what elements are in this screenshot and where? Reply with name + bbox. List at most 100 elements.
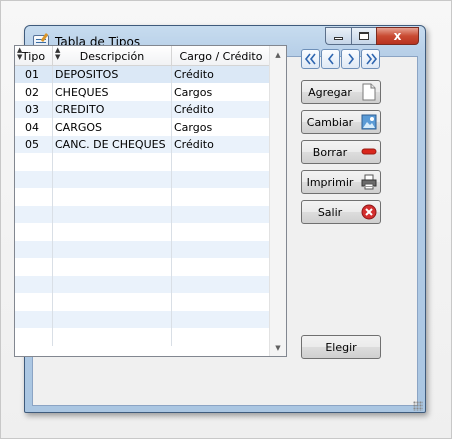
empty-cell xyxy=(53,328,172,346)
imprimir-label: Imprimir xyxy=(306,175,354,189)
resize-grip-icon[interactable] xyxy=(413,401,423,411)
caption-buttons: x xyxy=(325,27,419,45)
empty-cell xyxy=(53,223,172,241)
empty-cell xyxy=(15,188,53,206)
empty-cell xyxy=(172,276,271,294)
empty-cell xyxy=(172,223,271,241)
imprimir-button[interactable]: Imprimir xyxy=(301,170,381,194)
sort-icon: ▲ ▼ xyxy=(55,46,61,61)
empty-cell xyxy=(53,171,172,189)
empty-cell xyxy=(172,328,271,346)
empty-cell xyxy=(15,293,53,311)
empty-cell xyxy=(53,206,172,224)
empty-table-row xyxy=(15,153,271,171)
cell-cargo: Crédito xyxy=(172,101,271,119)
cell-descripcion: CHEQUES xyxy=(53,83,172,101)
empty-cell xyxy=(172,311,271,329)
empty-cell xyxy=(15,223,53,241)
cell-descripcion: CANC. DE CHEQUES xyxy=(53,136,172,154)
empty-cell xyxy=(172,293,271,311)
column-header-tipo[interactable]: ▲ ▼ Tipo xyxy=(15,46,53,66)
printer-icon xyxy=(358,174,380,190)
empty-table-row xyxy=(15,328,271,346)
cell-tipo: 05 xyxy=(15,136,53,154)
borrar-label: Borrar xyxy=(312,145,348,159)
salir-label: Salir xyxy=(317,205,343,219)
edit-picture-icon xyxy=(358,114,380,130)
cell-descripcion: CREDITO xyxy=(53,101,172,119)
cambiar-label: Cambiar xyxy=(306,115,354,129)
table-row[interactable]: 05 CANC. DE CHEQUES Crédito xyxy=(15,136,271,154)
double-chevron-left-icon xyxy=(304,53,316,65)
close-button[interactable]: x xyxy=(376,27,419,45)
record-navigation xyxy=(301,49,380,69)
empty-table-row xyxy=(15,241,271,259)
cell-tipo: 04 xyxy=(15,118,53,136)
column-header-descripcion[interactable]: ▲ ▼ Descripción xyxy=(53,46,172,66)
table-row[interactable]: 03 CREDITO Crédito xyxy=(15,101,271,119)
column-header-descripcion-label: Descripción xyxy=(79,49,145,63)
elegir-label: Elegir xyxy=(325,340,357,354)
cell-cargo: Crédito xyxy=(172,66,271,84)
first-record-button[interactable] xyxy=(301,49,320,69)
empty-cell xyxy=(172,188,271,206)
close-icon: x xyxy=(393,29,402,43)
empty-table-row xyxy=(15,188,271,206)
empty-cell xyxy=(53,311,172,329)
empty-cell xyxy=(53,241,172,259)
empty-cell xyxy=(15,258,53,276)
column-header-cargo-credito-label: Cargo / Crédito xyxy=(179,49,263,63)
column-header-cargo-credito[interactable]: Cargo / Crédito xyxy=(172,46,271,66)
cell-tipo: 03 xyxy=(15,101,53,119)
empty-cell xyxy=(53,276,172,294)
empty-rows xyxy=(15,153,271,346)
minimize-icon xyxy=(334,37,343,40)
cambiar-button[interactable]: Cambiar xyxy=(301,110,381,134)
next-record-button[interactable] xyxy=(341,49,360,69)
empty-cell xyxy=(15,276,53,294)
delete-minus-icon xyxy=(358,148,380,156)
column-header-tipo-label: Tipo xyxy=(21,49,46,63)
empty-cell xyxy=(53,293,172,311)
cell-descripcion: DEPOSITOS xyxy=(53,66,172,84)
empty-cell xyxy=(15,241,53,259)
empty-cell xyxy=(172,206,271,224)
salir-button[interactable]: Salir xyxy=(301,200,381,224)
previous-record-button[interactable] xyxy=(321,49,340,69)
elegir-button[interactable]: Elegir xyxy=(301,335,381,359)
scroll-down-icon[interactable]: ▼ xyxy=(270,339,286,356)
exit-x-icon xyxy=(358,204,380,220)
last-record-button[interactable] xyxy=(361,49,380,69)
table-row[interactable]: 02 CHEQUES Cargos xyxy=(15,83,271,101)
cell-tipo: 02 xyxy=(15,83,53,101)
empty-table-row xyxy=(15,223,271,241)
empty-cell xyxy=(15,171,53,189)
scroll-up-icon[interactable]: ▲ xyxy=(270,46,286,63)
minimize-button[interactable] xyxy=(325,27,351,45)
chevron-left-icon xyxy=(327,53,334,65)
maximize-button[interactable] xyxy=(351,27,376,45)
empty-cell xyxy=(53,153,172,171)
double-chevron-right-icon xyxy=(365,53,377,65)
empty-cell xyxy=(172,258,271,276)
empty-cell xyxy=(15,153,53,171)
agregar-label: Agregar xyxy=(308,85,352,99)
empty-table-row xyxy=(15,311,271,329)
table-row[interactable]: 04 CARGOS Cargos xyxy=(15,118,271,136)
cell-cargo: Cargos xyxy=(172,118,271,136)
empty-cell xyxy=(172,153,271,171)
grid-header: ▲ ▼ Tipo ▲ ▼ Descripción Cargo / Crédito xyxy=(15,46,271,66)
empty-cell xyxy=(53,188,172,206)
agregar-button[interactable]: Agregar xyxy=(301,80,381,104)
chevron-right-icon xyxy=(347,53,354,65)
empty-cell xyxy=(53,258,172,276)
borrar-button[interactable]: Borrar xyxy=(301,140,381,164)
empty-cell xyxy=(15,311,53,329)
vertical-scrollbar[interactable]: ▲ ▼ xyxy=(269,46,286,356)
table-row[interactable]: 01 DEPOSITOS Crédito xyxy=(15,66,271,84)
cell-cargo: Cargos xyxy=(172,83,271,101)
cell-cargo: Crédito xyxy=(172,136,271,154)
empty-table-row xyxy=(15,206,271,224)
maximize-icon xyxy=(359,32,369,40)
tipos-grid[interactable]: ▲ ▼ Tipo ▲ ▼ Descripción Cargo / Crédito 0… xyxy=(14,45,287,357)
